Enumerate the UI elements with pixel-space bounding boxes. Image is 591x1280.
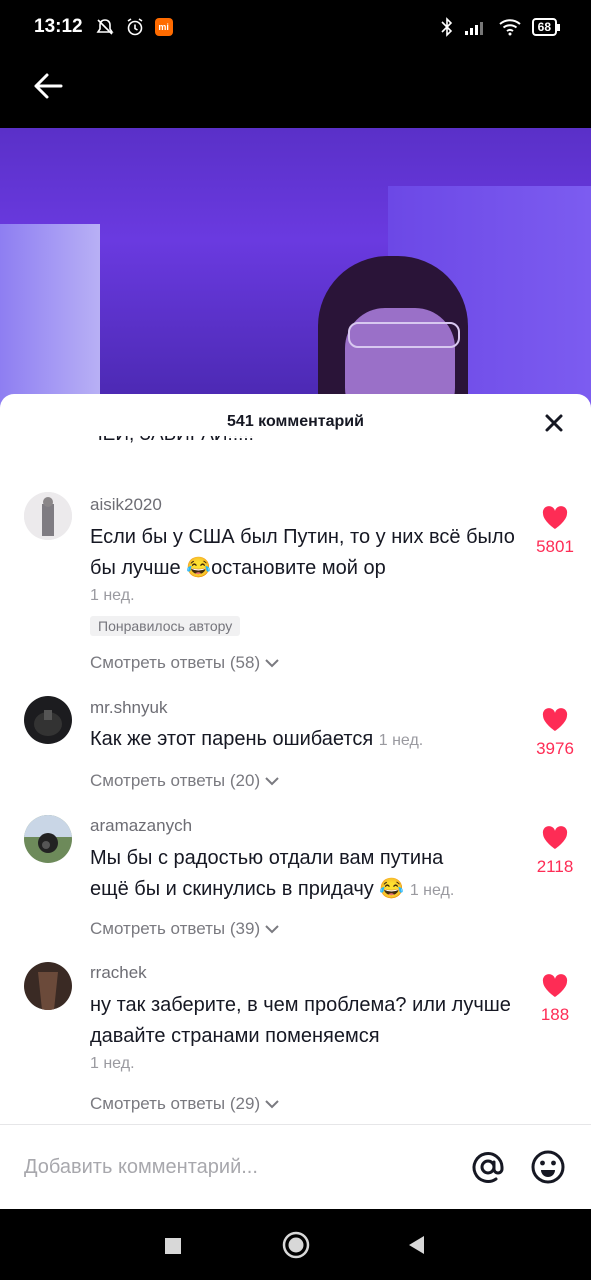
mention-button[interactable] — [470, 1149, 506, 1185]
chevron-down-icon — [265, 777, 279, 786]
triangle-back-icon — [409, 1236, 424, 1254]
like-button[interactable]: 188 — [528, 974, 582, 1025]
comment-text-line-with-time: ещё бы и скинулись в придачу 😂 1 нед. — [90, 874, 530, 906]
video-person-glasses — [348, 322, 460, 348]
close-icon — [545, 414, 563, 432]
alarm-icon — [127, 18, 143, 36]
avatar-image — [24, 815, 72, 863]
comment-time: 1 нед. — [90, 587, 135, 604]
battery-indicator: 68 — [531, 18, 561, 36]
at-sign-icon — [472, 1152, 504, 1183]
status-system-icons: 68 — [440, 17, 561, 37]
bluetooth-icon — [441, 17, 452, 37]
avatar-image — [24, 492, 72, 540]
like-count: 3976 — [536, 739, 574, 758]
clipped-previous-comment-text: ЧЕЙ, ЗАБИРАЙ!!!!! — [90, 436, 254, 448]
back-arrow-icon — [34, 73, 63, 99]
recents-button[interactable] — [164, 1237, 182, 1260]
comment-username[interactable]: aisik2020 — [90, 495, 162, 515]
comment-text-line: Мы бы с радостью отдали вам путина — [90, 847, 444, 869]
like-button[interactable]: 5801 — [528, 506, 582, 557]
emoji-icon — [531, 1150, 565, 1184]
avatar-image — [24, 696, 72, 744]
wifi-icon — [499, 19, 521, 36]
comment-input[interactable] — [24, 1147, 444, 1187]
sheet-header: 541 комментарий — [0, 394, 591, 450]
comment-time: 1 нед. — [378, 732, 424, 749]
emoji-button[interactable] — [530, 1149, 566, 1185]
chevron-down-icon — [265, 925, 279, 934]
heart-icon — [542, 826, 568, 849]
comment-text: Как же этот парень ошибается 1 нед. — [90, 724, 520, 756]
chevron-down-icon — [265, 659, 279, 668]
clipped-previous-comment: ЧЕЙ, ЗАБИРАЙ!!!!! — [90, 436, 254, 450]
comment-text: Если бы у США был Путин, то у них всё бы… — [90, 526, 515, 579]
home-button[interactable] — [282, 1231, 310, 1264]
mi-app-icon: mi — [154, 18, 173, 36]
like-count: 5801 — [536, 537, 574, 556]
video-wall-left — [0, 224, 100, 408]
comment-time: 1 нед. — [90, 1055, 135, 1072]
chevron-down-icon — [265, 1100, 279, 1109]
signal-icon — [464, 22, 483, 35]
view-replies-label: Смотреть ответы (20) — [90, 771, 261, 790]
comment-input-bar — [0, 1124, 591, 1209]
comment-username[interactable]: mr.shnyuk — [90, 698, 167, 718]
comment-username[interactable]: aramazanych — [90, 816, 192, 836]
back-button[interactable] — [28, 66, 68, 106]
view-replies-button[interactable]: Смотреть ответы (20) — [90, 771, 280, 791]
view-replies-button[interactable]: Смотреть ответы (58) — [90, 653, 280, 673]
heart-icon — [542, 708, 568, 731]
like-button[interactable]: 2118 — [528, 826, 582, 877]
status-time: 13:12 — [34, 16, 83, 37]
top-bar — [0, 54, 591, 128]
back-nav-button[interactable] — [407, 1235, 425, 1260]
system-nav-bar — [0, 1209, 591, 1280]
view-replies-label: Смотреть ответы (39) — [90, 919, 261, 938]
status-notification-icons: mi — [95, 17, 173, 37]
square-icon — [165, 1238, 181, 1254]
like-button[interactable]: 3976 — [528, 708, 582, 759]
video-preview[interactable] — [0, 128, 591, 408]
close-button[interactable] — [541, 410, 567, 436]
heart-icon — [542, 974, 568, 997]
liked-by-author-badge: Понравилось автору — [90, 616, 241, 636]
comments-sheet: 541 комментарий ЧЕЙ, ЗАБИРАЙ!!!!! aisik2… — [0, 394, 591, 1209]
avatar[interactable] — [24, 696, 72, 744]
silent-icon — [96, 19, 114, 35]
comment-username[interactable]: rrachek — [90, 963, 147, 983]
like-count: 188 — [540, 1005, 570, 1024]
comment-text: ну так заберите, в чем проблема? или луч… — [90, 994, 511, 1047]
avatar[interactable] — [24, 962, 72, 1010]
comment-text: Мы бы с радостью отдали вам путина ещё б… — [90, 843, 530, 906]
heart-icon — [542, 506, 568, 529]
comment-text-line: ещё бы и скинулись в придачу 😂 — [90, 878, 405, 900]
view-replies-label: Смотреть ответы (29) — [90, 1094, 261, 1113]
view-replies-button[interactable]: Смотреть ответы (39) — [90, 919, 280, 939]
comments-count-title: 541 комментарий — [227, 413, 364, 430]
avatar[interactable] — [24, 492, 72, 540]
view-replies-button[interactable]: Смотреть ответы (29) — [90, 1094, 280, 1114]
like-count: 2118 — [536, 857, 574, 876]
comment-text-body: Как же этот парень ошибается — [90, 728, 374, 750]
view-replies-label: Смотреть ответы (58) — [90, 653, 261, 672]
avatar[interactable] — [24, 815, 72, 863]
status-bar: 13:12 mi 68 — [0, 0, 591, 54]
comment-time: 1 нед. — [409, 882, 455, 899]
avatar-image — [24, 962, 72, 1010]
home-circle-icon — [282, 1231, 310, 1259]
